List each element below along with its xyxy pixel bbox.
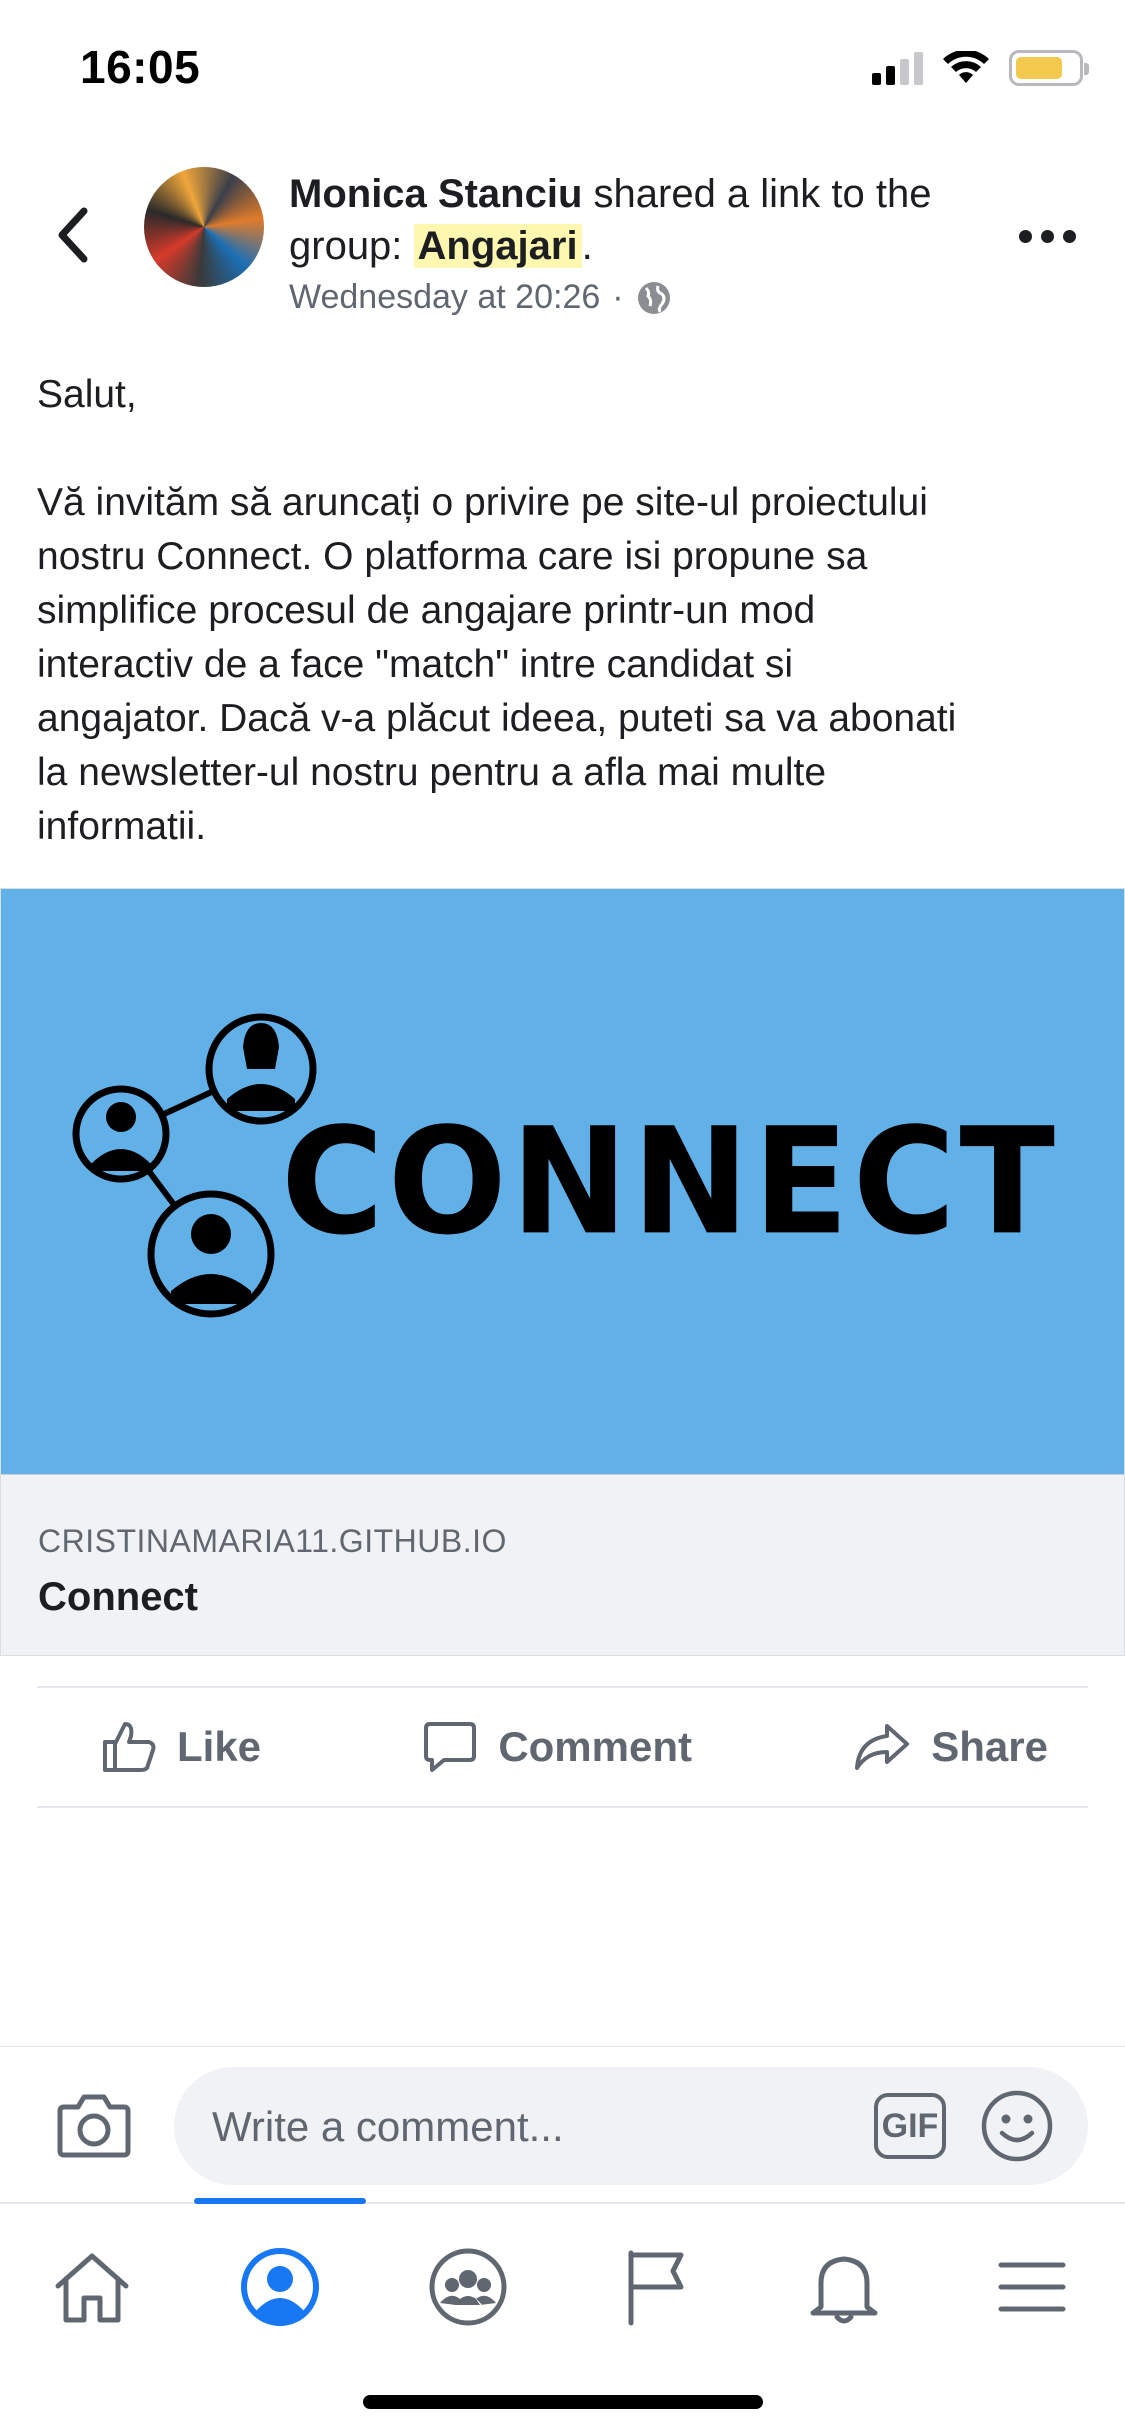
groups-icon bbox=[429, 2248, 507, 2326]
comment-bubble-icon bbox=[424, 1722, 477, 1772]
more-options-button[interactable] bbox=[1019, 224, 1079, 248]
group-name-link[interactable]: Angajari bbox=[413, 224, 582, 268]
more-dot-icon bbox=[1019, 229, 1032, 243]
tab-home[interactable] bbox=[37, 2232, 147, 2342]
post-body-line: nostru Connect. O platforma care isi pro… bbox=[37, 535, 868, 578]
post-body: Salut, Vă invităm să aruncați o privire … bbox=[37, 368, 1097, 854]
globe-icon bbox=[637, 281, 670, 314]
post-actions-bar: Like Comment Share bbox=[37, 1688, 1088, 1806]
pages-flag-icon bbox=[628, 2250, 684, 2326]
status-icons bbox=[872, 48, 1089, 88]
gif-button[interactable]: GIF bbox=[874, 2093, 946, 2159]
thumbs-up-icon bbox=[103, 1722, 156, 1772]
chevron-left-icon bbox=[58, 207, 88, 263]
home-icon bbox=[55, 2253, 129, 2323]
menu-icon bbox=[998, 2262, 1066, 2312]
tab-groups[interactable] bbox=[413, 2232, 523, 2342]
tab-menu[interactable] bbox=[977, 2232, 1087, 2342]
wifi-icon bbox=[943, 51, 989, 83]
profile-icon bbox=[241, 2248, 319, 2326]
comment-label: Comment bbox=[498, 1723, 692, 1770]
like-button[interactable]: Like bbox=[101, 1720, 261, 1774]
more-dot-icon bbox=[1041, 229, 1054, 243]
camera-icon bbox=[57, 2094, 131, 2158]
link-domain: CRISTINAMARIA11.GITHUB.IO bbox=[38, 1523, 507, 1559]
emoji-smile-icon bbox=[981, 2090, 1053, 2162]
camera-button[interactable] bbox=[56, 2093, 132, 2164]
like-label: Like bbox=[177, 1723, 262, 1770]
tab-profile[interactable] bbox=[225, 2232, 335, 2342]
emoji-button[interactable] bbox=[980, 2089, 1054, 2168]
author-name[interactable]: Monica Stanciu bbox=[289, 172, 582, 216]
post-meta: Wednesday at 20:26 · bbox=[289, 278, 1009, 317]
post-header: Monica Stanciu shared a link to the grou… bbox=[0, 160, 1125, 330]
sentence-end: . bbox=[581, 224, 593, 268]
post-timestamp[interactable]: Wednesday at 20:26 bbox=[289, 278, 600, 317]
cellular-signal-icon bbox=[872, 51, 923, 85]
meta-separator: · bbox=[612, 278, 624, 316]
post-body-line: informatii. bbox=[37, 805, 207, 848]
share-button[interactable]: Share bbox=[853, 1722, 1048, 1772]
tab-notifications[interactable] bbox=[789, 2232, 899, 2342]
link-title: Connect bbox=[38, 1575, 198, 1619]
connect-wordmark: CONNECT bbox=[281, 1096, 1059, 1269]
link-preview-caption[interactable]: CRISTINAMARIA11.GITHUB.IO Connect bbox=[1, 1475, 1124, 1655]
status-bar: 16:05 bbox=[0, 0, 1125, 132]
comment-placeholder: Write a comment... bbox=[212, 2103, 564, 2150]
home-indicator bbox=[363, 2395, 763, 2409]
comment-input[interactable]: Write a comment... GIF bbox=[174, 2067, 1088, 2185]
link-preview-card[interactable]: CONNECT CRISTINAMARIA11.GITHUB.IO Connec… bbox=[0, 888, 1125, 1656]
author-avatar[interactable] bbox=[144, 167, 264, 287]
post-body-line: interactiv de a face "match" intre candi… bbox=[37, 643, 794, 686]
post-body-line: simplifice procesul de angajare printr-u… bbox=[37, 589, 816, 632]
active-tab-indicator bbox=[194, 2198, 366, 2204]
share-arrow-icon bbox=[855, 1724, 910, 1770]
comment-button[interactable]: Comment bbox=[422, 1720, 692, 1774]
link-preview-image[interactable]: CONNECT bbox=[1, 889, 1124, 1475]
post-header-text: Monica Stanciu shared a link to the grou… bbox=[289, 168, 1009, 317]
divider bbox=[37, 1806, 1088, 1808]
post-body-line: angajator. Dacă v-a plăcut ideea, puteti… bbox=[37, 697, 957, 740]
post-body-line: Vă invităm să aruncați o privire pe site… bbox=[37, 481, 928, 524]
notifications-bell-icon bbox=[810, 2256, 878, 2324]
battery-icon bbox=[1009, 50, 1089, 86]
more-dot-icon bbox=[1063, 229, 1076, 243]
share-label: Share bbox=[931, 1723, 1048, 1770]
status-time: 16:05 bbox=[80, 41, 201, 93]
comment-bar: Write a comment... GIF bbox=[0, 2046, 1125, 2202]
post-greeting: Salut, bbox=[37, 373, 137, 416]
post-body-line: la newsletter-ul nostru pentru a afla ma… bbox=[37, 751, 827, 794]
tab-pages[interactable] bbox=[601, 2232, 711, 2342]
back-button[interactable] bbox=[44, 202, 100, 268]
